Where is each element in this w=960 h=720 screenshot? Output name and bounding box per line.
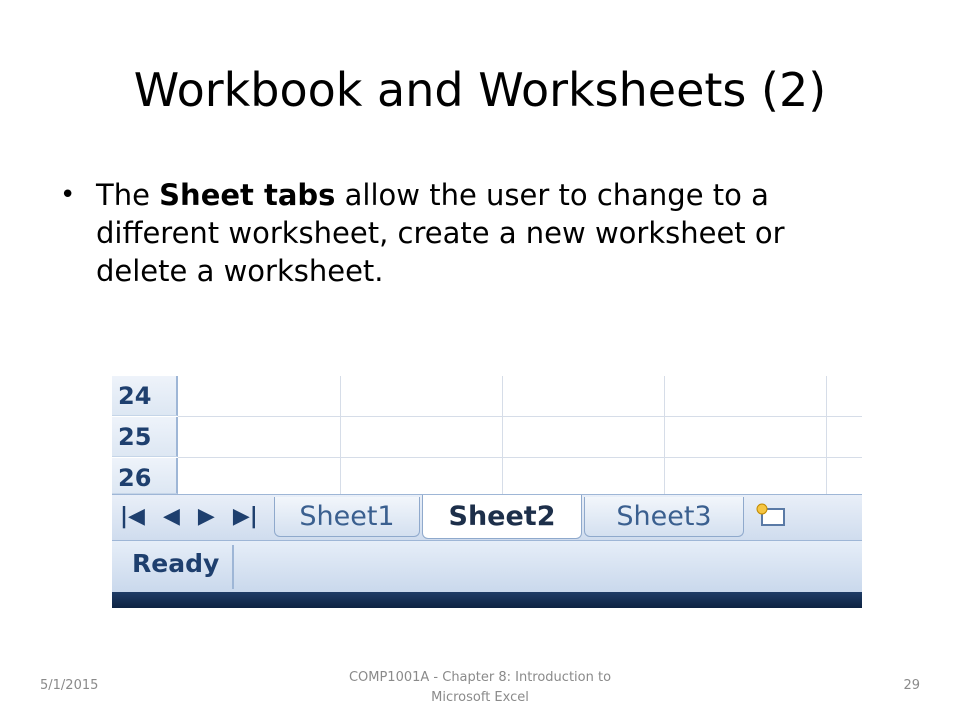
insert-worksheet-icon[interactable] xyxy=(752,501,792,531)
grid-line xyxy=(826,376,827,494)
first-sheet-button[interactable]: |◀ xyxy=(120,503,145,531)
grid-line xyxy=(178,457,862,458)
footer-title: COMP1001A - Chapter 8: Introduction to M… xyxy=(348,670,612,705)
tab-sheet3[interactable]: Sheet3 xyxy=(584,497,744,537)
bullet-item: • The Sheet tabs allow the user to chang… xyxy=(60,176,880,290)
last-sheet-button[interactable]: ▶| xyxy=(233,503,258,531)
row-header-25[interactable]: 25 xyxy=(112,417,178,457)
status-ready: Ready xyxy=(132,549,220,578)
bullet-dot: • xyxy=(60,180,76,210)
bullet-bold: Sheet tabs xyxy=(159,178,336,212)
tab-sheet2[interactable]: Sheet2 xyxy=(422,495,582,539)
grid-line xyxy=(340,376,341,494)
grid-line xyxy=(664,376,665,494)
next-sheet-button[interactable]: ▶ xyxy=(198,503,215,531)
taskbar-edge xyxy=(112,592,862,608)
footer-date: 5/1/2015 xyxy=(40,678,99,693)
status-divider xyxy=(232,545,234,589)
prev-sheet-button[interactable]: ◀ xyxy=(163,503,180,531)
status-bar: Ready xyxy=(112,540,862,593)
grid-line xyxy=(178,416,862,417)
excel-screenshot: 24 25 26 |◀ ◀ ▶ ▶| Sheet1 Sheet2 Sheet3 … xyxy=(112,376,862,608)
grid-line xyxy=(502,376,503,494)
bullet-prefix: The xyxy=(96,178,160,212)
worksheet-grid: 24 25 26 xyxy=(112,376,862,494)
bullet-text: The Sheet tabs allow the user to change … xyxy=(96,176,880,290)
slide-number: 29 xyxy=(903,678,920,693)
row-header-24[interactable]: 24 xyxy=(112,376,178,416)
sheet-nav-buttons: |◀ ◀ ▶ ▶| xyxy=(120,503,258,531)
row-header-26[interactable]: 26 xyxy=(112,458,178,494)
slide-title: Workbook and Worksheets (2) xyxy=(133,63,827,117)
tab-sheet1[interactable]: Sheet1 xyxy=(274,497,420,537)
sheet-tab-bar: |◀ ◀ ▶ ▶| Sheet1 Sheet2 Sheet3 xyxy=(112,494,862,541)
